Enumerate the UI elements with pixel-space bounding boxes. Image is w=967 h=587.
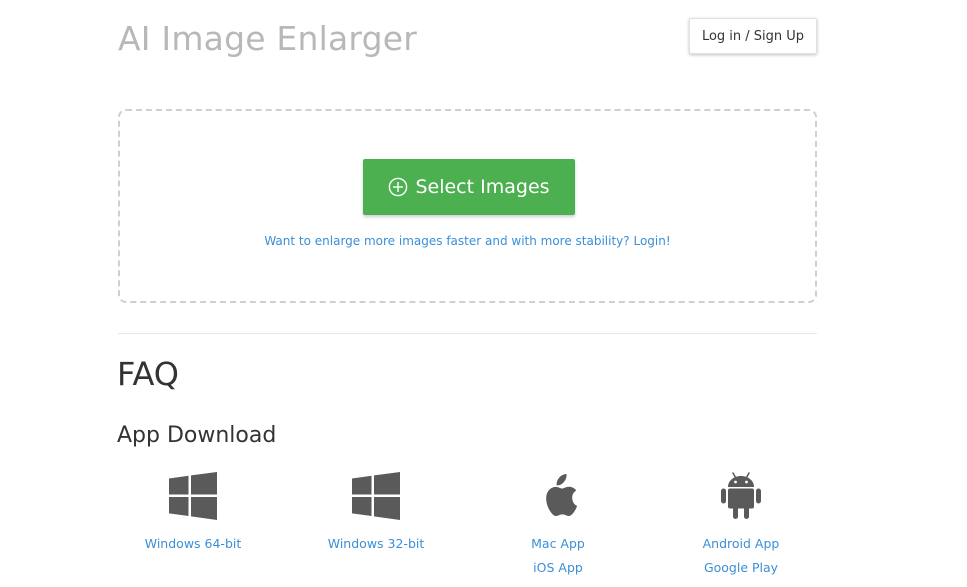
app-download-heading: App Download <box>117 423 277 448</box>
windows-icon <box>118 472 268 522</box>
google-play-link[interactable]: Google Play <box>666 556 816 580</box>
select-images-button[interactable]: Select Images <box>363 159 575 215</box>
android-icon <box>666 472 816 522</box>
download-windows-64: Windows 64-bit <box>118 472 268 556</box>
faq-heading: FAQ <box>117 355 179 393</box>
windows-icon <box>301 472 451 522</box>
android-app-link[interactable]: Android App <box>666 532 816 556</box>
plus-circle-icon <box>388 177 408 197</box>
apple-icon <box>483 472 633 522</box>
ios-app-link[interactable]: iOS App <box>483 556 633 580</box>
section-divider <box>118 333 817 334</box>
login-signup-button[interactable]: Log in / Sign Up <box>689 18 817 54</box>
upload-dropzone[interactable]: Select Images Want to enlarge more image… <box>118 109 817 303</box>
mac-app-link[interactable]: Mac App <box>483 532 633 556</box>
download-windows-32: Windows 32-bit <box>301 472 451 556</box>
windows-64-link[interactable]: Windows 64-bit <box>118 532 268 556</box>
windows-32-link[interactable]: Windows 32-bit <box>301 532 451 556</box>
download-apple: Mac App iOS App <box>483 472 633 580</box>
app-title: AI Image Enlarger <box>118 19 417 58</box>
login-hint-link[interactable]: Want to enlarge more images faster and w… <box>120 234 815 248</box>
select-images-label: Select Images <box>415 176 550 198</box>
download-android: Android App Google Play <box>666 472 816 580</box>
